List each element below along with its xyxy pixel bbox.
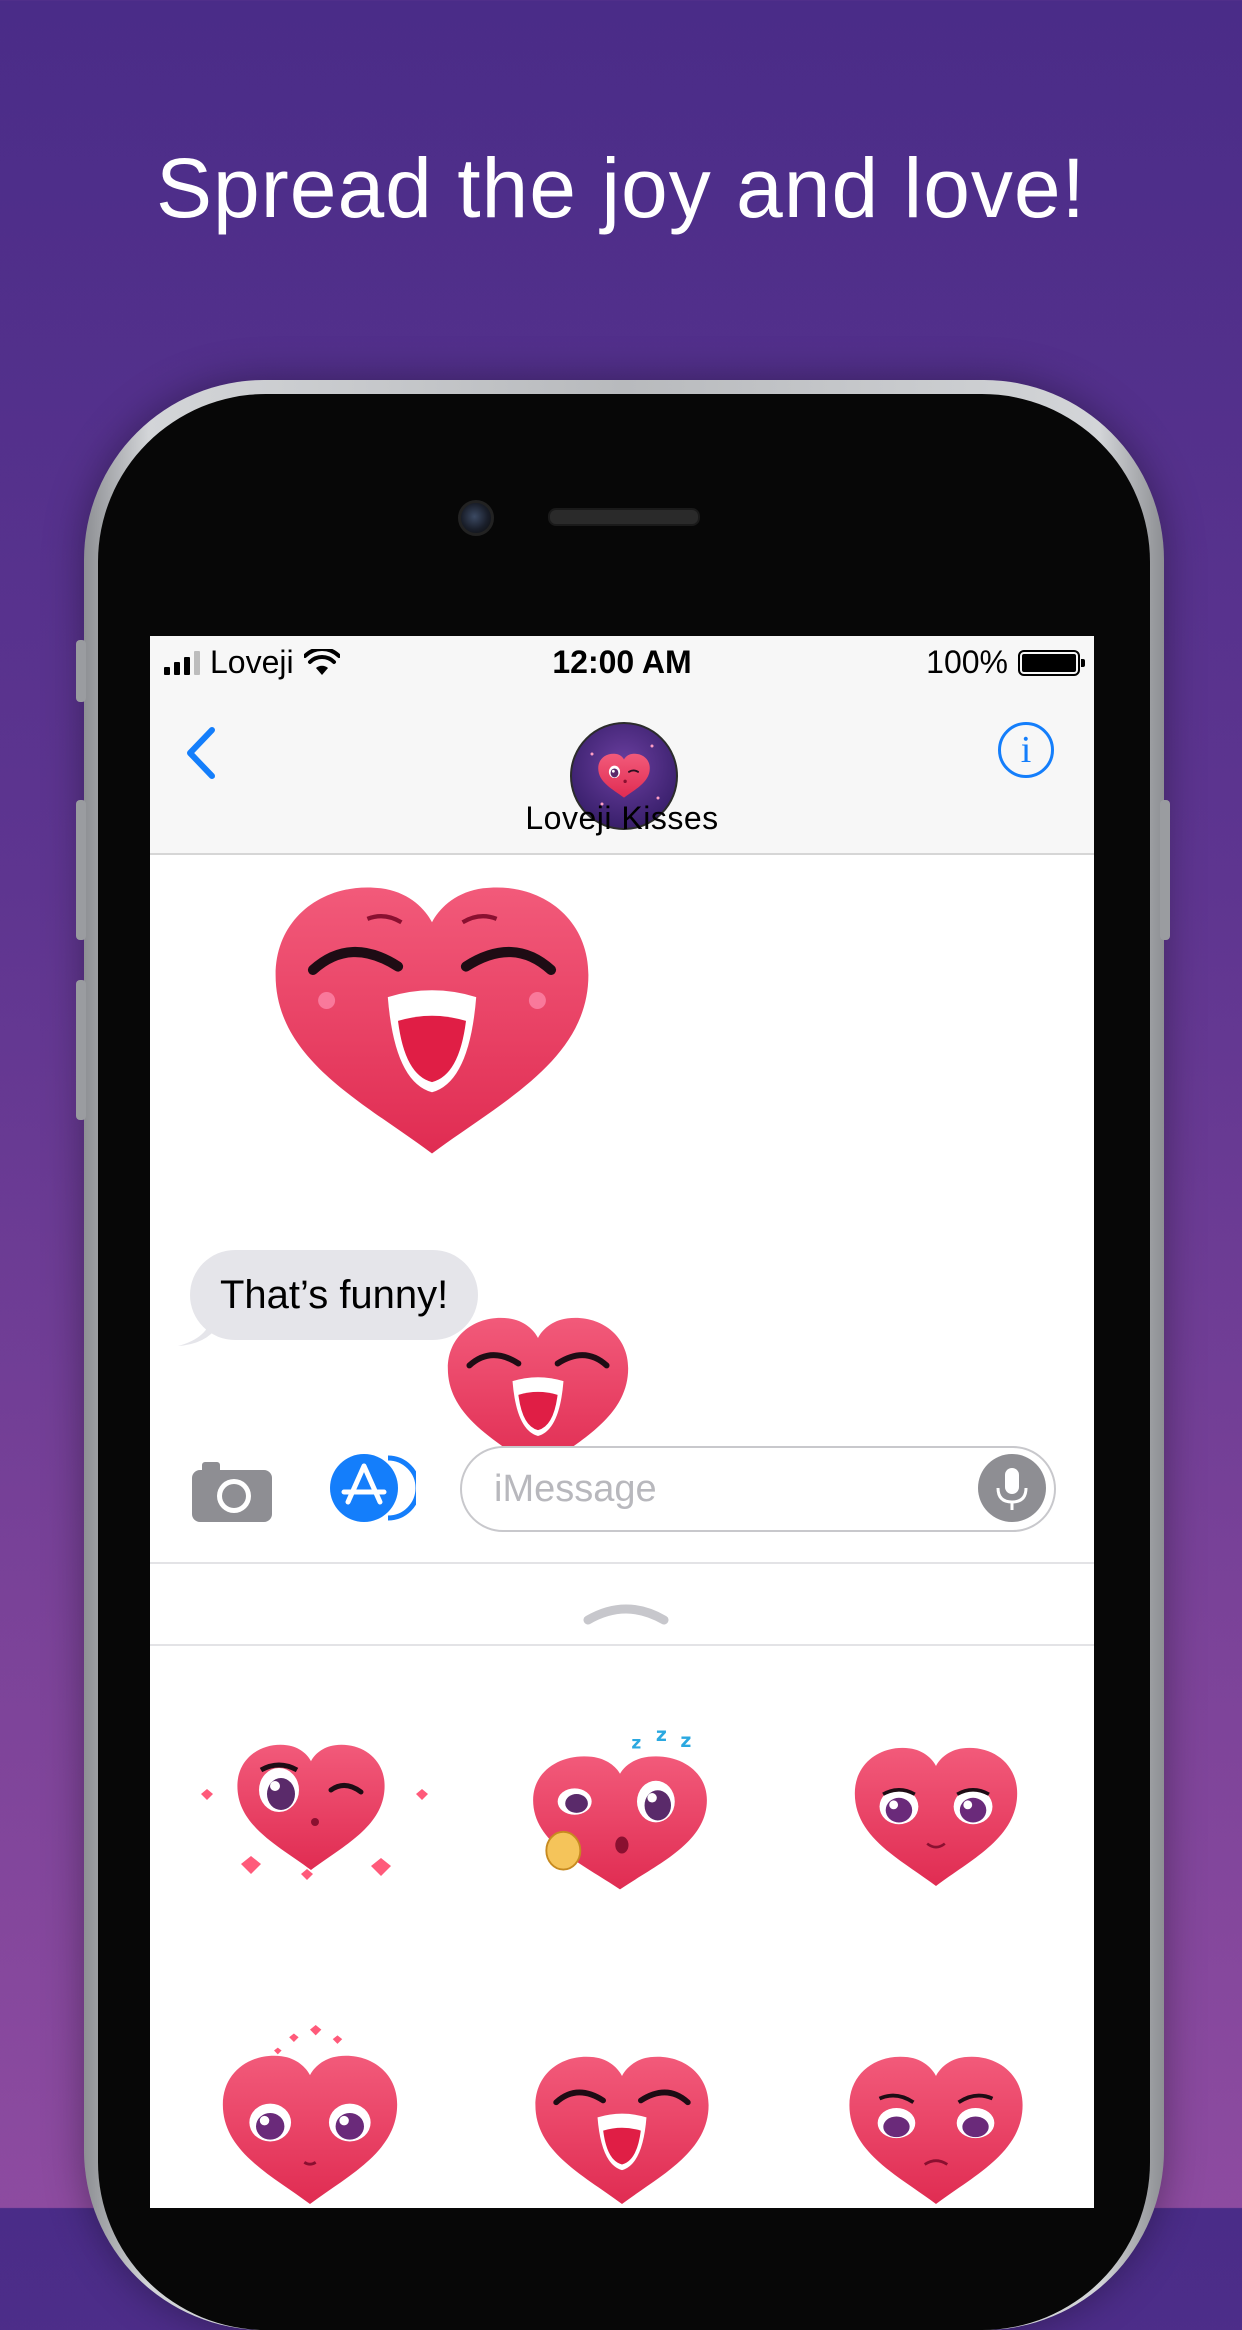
drawer-top-divider <box>150 1562 1094 1564</box>
battery-icon <box>1018 649 1085 676</box>
drawer-divider <box>150 1644 1094 1646</box>
front-camera <box>458 500 494 536</box>
chevron-up-icon[interactable] <box>580 1594 672 1628</box>
imessage-placeholder: iMessage <box>494 1468 657 1510</box>
chevron-left-icon[interactable] <box>176 718 226 788</box>
earpiece-speaker <box>548 508 700 526</box>
info-icon[interactable]: i <box>998 722 1054 778</box>
sticker-winking-heart[interactable] <box>186 1724 436 1894</box>
conversation-header: Loveji Kisses i <box>150 688 1094 855</box>
sticker-message-laughing-heart[interactable] <box>262 864 602 1154</box>
imessage-input[interactable]: iMessage <box>460 1446 1056 1532</box>
sticker-crying-heart[interactable] <box>838 1736 1034 1886</box>
volume-up-button <box>76 800 86 940</box>
svg-text:z: z <box>680 1730 691 1752</box>
svg-text:z: z <box>656 1726 667 1746</box>
app-store-icon[interactable] <box>326 1452 416 1524</box>
sticker-sleepy-heart[interactable]: z z z <box>520 1726 720 1896</box>
composer-bar: iMessage <box>150 1436 1094 1556</box>
sticker-worried-heart[interactable] <box>838 2044 1034 2204</box>
contact-name[interactable]: Loveji Kisses <box>150 800 1094 837</box>
status-bar: Loveji 12:00 AM 100% <box>150 636 1094 688</box>
sticker-laughing-heart[interactable] <box>524 2044 720 2204</box>
microphone-icon[interactable] <box>978 1454 1046 1522</box>
mute-switch <box>76 640 86 702</box>
sticker-loved-heart[interactable] <box>212 2024 408 2204</box>
power-button <box>1160 800 1170 940</box>
headline: Spread the joy and love! <box>156 141 1086 235</box>
volume-down-button <box>76 980 86 1120</box>
message-bubble[interactable]: That’s funny! <box>190 1250 479 1340</box>
camera-icon[interactable] <box>190 1458 274 1524</box>
phone-screen: Loveji 12:00 AM 100% Loveji Kisses i Tha… <box>150 636 1094 2208</box>
battery-percent: 100% <box>926 644 1008 680</box>
svg-text:z: z <box>631 1734 641 1754</box>
